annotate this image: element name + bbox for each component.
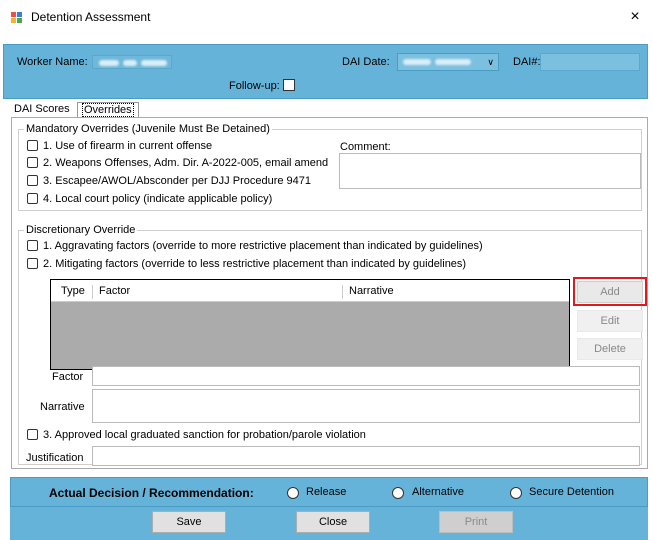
print-button[interactable]: Print	[439, 511, 513, 533]
factor-field[interactable]	[92, 366, 640, 386]
checkbox-label: 2. Mitigating factors (override to less …	[43, 258, 467, 270]
mandatory-item-4[interactable]: 4. Local court policy (indicate applicab…	[27, 193, 272, 205]
follow-up-label: Follow-up:	[229, 80, 280, 92]
tab-label: DAI Scores	[14, 103, 70, 115]
save-button[interactable]: Save	[152, 511, 226, 533]
checkbox[interactable]	[27, 175, 38, 186]
checkbox-label: 2. Weapons Offenses, Adm. Dir. A-2022-00…	[43, 157, 329, 169]
checkbox-label: 1. Aggravating factors (override to more…	[43, 240, 483, 252]
comment-field[interactable]	[339, 153, 641, 189]
radio-alternative-label: Alternative	[412, 486, 464, 498]
checkbox[interactable]	[27, 258, 38, 269]
group-title: Mandatory Overrides (Juvenile Must Be De…	[24, 123, 272, 135]
checkbox-label: 3. Approved local graduated sanction for…	[43, 429, 366, 441]
mandatory-item-2[interactable]: 2. Weapons Offenses, Adm. Dir. A-2022-00…	[27, 157, 328, 169]
close-button[interactable]: Close	[296, 511, 370, 533]
dai-date-value	[401, 55, 477, 69]
grid-header: Type Factor Narrative	[51, 280, 569, 302]
justification-label: Justification	[26, 452, 84, 464]
factors-grid[interactable]: Type Factor Narrative	[50, 279, 570, 370]
tab-dai-scores[interactable]: DAI Scores	[10, 102, 74, 118]
comment-label: Comment:	[340, 141, 391, 153]
narrative-field[interactable]	[92, 389, 640, 423]
add-button-highlight	[573, 277, 647, 306]
worker-name-label: Worker Name:	[17, 56, 88, 68]
sanction-item[interactable]: 3. Approved local graduated sanction for…	[27, 429, 366, 441]
discretionary-item-1[interactable]: 1. Aggravating factors (override to more…	[27, 240, 483, 252]
radio-secure-detention[interactable]	[510, 487, 522, 499]
checkbox-label: 1. Use of firearm in current offense	[43, 140, 213, 152]
checkbox[interactable]	[27, 193, 38, 204]
decision-label: Actual Decision / Recommendation:	[49, 486, 254, 500]
checkbox[interactable]	[27, 240, 38, 251]
chevron-down-icon[interactable]: ∨	[487, 57, 494, 68]
mandatory-item-3[interactable]: 3. Escapee/AWOL/Absconder per DJJ Proced…	[27, 175, 311, 187]
checkbox[interactable]	[27, 429, 38, 440]
app-window-icon	[11, 12, 23, 24]
discretionary-item-2[interactable]: 2. Mitigating factors (override to less …	[27, 258, 466, 270]
checkbox-label: 4. Local court policy (indicate applicab…	[43, 193, 273, 205]
dai-number-label: DAI#:	[513, 56, 541, 68]
radio-secure-detention-label: Secure Detention	[529, 486, 614, 498]
justification-field[interactable]	[92, 446, 640, 466]
dai-number-field[interactable]	[540, 53, 640, 71]
tab-label: Overrides	[82, 103, 134, 117]
checkbox-label: 3. Escapee/AWOL/Absconder per DJJ Proced…	[43, 175, 312, 187]
window-title: Detention Assessment	[31, 10, 151, 24]
dai-date-picker[interactable]: ∨	[397, 53, 499, 71]
dai-date-label: DAI Date:	[342, 56, 390, 68]
close-icon[interactable]: ×	[624, 6, 646, 28]
title-bar: Detention Assessment ×	[0, 0, 652, 36]
follow-up-checkbox[interactable]	[283, 79, 295, 91]
checkbox[interactable]	[27, 140, 38, 151]
worker-name-value	[92, 55, 172, 69]
column-type[interactable]: Type	[55, 285, 93, 299]
group-title: Discretionary Override	[24, 224, 138, 236]
delete-button[interactable]: Delete	[577, 338, 643, 360]
column-narrative[interactable]: Narrative	[343, 285, 569, 299]
tab-overrides[interactable]: Overrides	[77, 102, 139, 118]
radio-release-label: Release	[306, 486, 347, 498]
factor-label: Factor	[52, 371, 84, 383]
checkbox[interactable]	[27, 157, 38, 168]
decision-panel: Actual Decision / Recommendation: Releas…	[10, 477, 648, 507]
radio-alternative[interactable]	[392, 487, 404, 499]
mandatory-item-1[interactable]: 1. Use of firearm in current offense	[27, 140, 212, 152]
narrative-label: Narrative	[40, 401, 85, 413]
column-factor[interactable]: Factor	[93, 285, 343, 299]
radio-release[interactable]	[287, 487, 299, 499]
edit-button[interactable]: Edit	[577, 310, 643, 332]
